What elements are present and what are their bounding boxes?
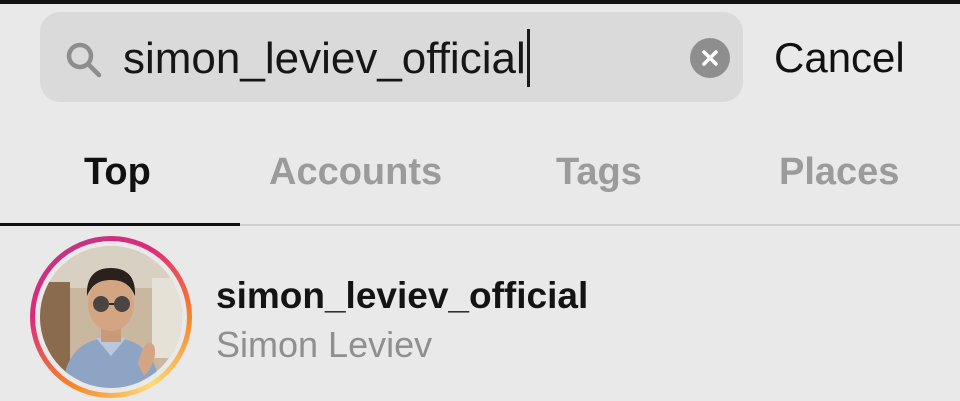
avatar[interactable] — [40, 246, 182, 388]
active-tab-indicator — [0, 223, 240, 226]
close-icon — [702, 50, 718, 66]
tab-accounts[interactable]: Accounts — [269, 146, 442, 198]
top-edge — [0, 0, 960, 4]
tab-places[interactable]: Places — [779, 146, 899, 198]
tab-tags[interactable]: Tags — [556, 146, 642, 198]
search-query: simon_leviev_official — [123, 34, 526, 83]
clear-search-button[interactable] — [690, 38, 730, 78]
text-caret — [526, 29, 530, 88]
search-input[interactable]: simon_leviev_official — [123, 28, 530, 90]
search-icon — [66, 42, 102, 78]
tab-top[interactable]: Top — [84, 146, 151, 198]
result-full-name: Simon Leviev — [216, 324, 433, 365]
result-username: simon_leviev_official — [216, 275, 589, 316]
cancel-button[interactable]: Cancel — [774, 30, 905, 86]
